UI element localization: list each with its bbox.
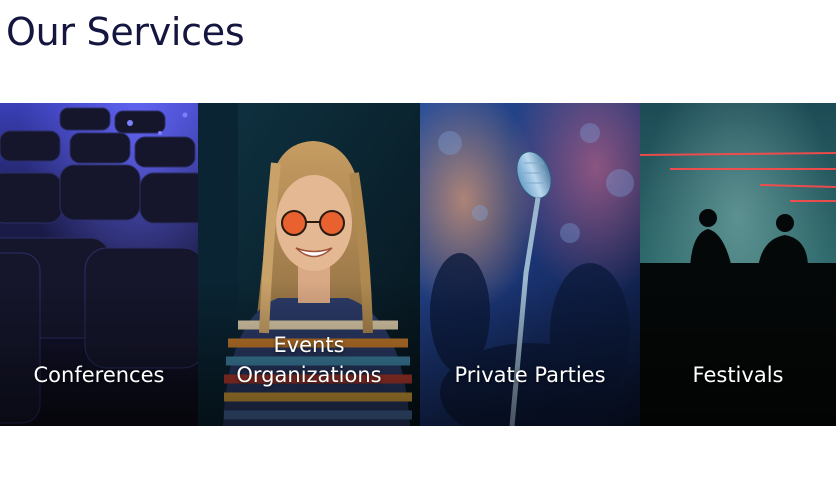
service-card-festivals[interactable]: Festivals	[640, 103, 836, 426]
service-card-conferences[interactable]: Conferences	[0, 103, 198, 426]
service-label-line: Organizations	[236, 363, 382, 387]
service-label-line: Private Parties	[454, 363, 606, 387]
service-label-line: Festivals	[692, 363, 784, 387]
service-label-line: Conferences	[33, 363, 165, 387]
service-label-events-organizations: Events Organizations	[198, 330, 420, 390]
services-page: Our Services Conferences Events Organiza…	[0, 0, 836, 484]
service-card-private-parties[interactable]: Private Parties	[420, 103, 640, 426]
service-label-line: Events	[273, 333, 345, 357]
page-title: Our Services	[6, 10, 245, 54]
service-card-events-organizations[interactable]: Events Organizations	[198, 103, 420, 426]
services-gallery: Conferences Events Organizations Private…	[0, 103, 836, 426]
service-label-conferences: Conferences	[0, 360, 198, 390]
service-label-festivals: Festivals	[640, 360, 836, 390]
service-label-private-parties: Private Parties	[420, 360, 640, 390]
